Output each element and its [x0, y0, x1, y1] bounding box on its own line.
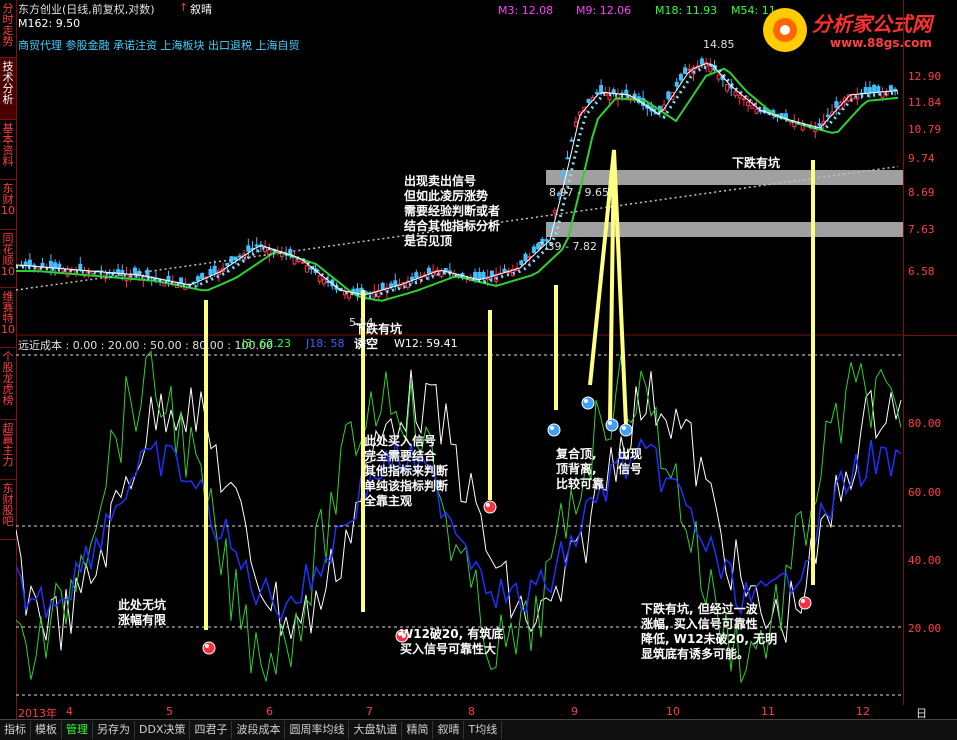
osc-tick: 80.00	[908, 417, 942, 430]
date-label: 12	[856, 705, 870, 718]
status-label: 叙晴	[190, 3, 212, 16]
tab-time-trend[interactable]: 分时走势	[0, 0, 16, 58]
zone2-tag: 7.39 - 7.82	[537, 240, 597, 253]
annotation-dip-1: 下跌有坑	[732, 156, 781, 170]
tab-indicator[interactable]: 指标	[0, 721, 31, 739]
ma18-label: M18: 11.93	[655, 4, 718, 17]
tab-guba[interactable]: 东财股吧	[0, 480, 16, 540]
date-label: 4	[66, 705, 73, 718]
annotation-w12-break: W12破20, 有筑底 买入信号可靠性大	[400, 627, 504, 656]
ma162-label: M162: 9.50	[18, 17, 81, 30]
date-label: 8	[468, 705, 475, 718]
stock-title: 东方创业(日线,前复权,对数)	[18, 3, 155, 16]
date-axis: 2013年 4 5 6 7 8 9 10 11 12 日线	[16, 705, 927, 736]
osc-tick: 40.00	[908, 554, 942, 567]
tab-weisaite[interactable]: 维赛特10	[0, 288, 16, 348]
tab-template[interactable]: 模板	[31, 721, 62, 739]
tab-tonghuashun[interactable]: 同花顺10	[0, 230, 16, 288]
date-label: 5	[166, 705, 173, 718]
tab-t-ma[interactable]: T均线	[464, 721, 503, 739]
annotation-buy-signal: 此处买入信号 完全需要结合 其他指标来判断 单纯该指标判断 全靠主观	[364, 434, 449, 508]
osc-tick: 20.00	[908, 622, 942, 635]
tab-technical-analysis[interactable]: 技术分析	[0, 58, 16, 120]
tab-xuqing[interactable]: 叙晴	[433, 721, 465, 739]
sector-tags[interactable]: 商贸代理 参股金融 承诺注资 上海板块 出口退税 上海自贸	[18, 37, 299, 53]
annotation-top: 复合顶, 顶背离, 比较可靠	[556, 447, 605, 491]
price-axis: 12.90 11.84 10.79 9.74 8.69 7.63 6.58 80…	[903, 0, 957, 705]
date-label: 11	[761, 705, 775, 718]
date-label: 6	[266, 705, 273, 718]
tab-basic-info[interactable]: 基本资料	[0, 120, 16, 180]
zone1-tag: 8.97 - 9.65	[549, 186, 609, 199]
tab-save-as[interactable]: 另存为	[93, 721, 135, 739]
tab-dragon-tiger[interactable]: 个股龙虎榜	[0, 348, 16, 420]
price-tick: 8.69	[908, 186, 935, 199]
tab-market-track[interactable]: 大盘轨道	[349, 721, 403, 739]
j18-label: J18: 58	[306, 337, 345, 350]
osc-tick: 60.00	[908, 486, 942, 499]
date-label: 10	[666, 705, 680, 718]
tab-simple[interactable]: 精简	[402, 721, 434, 739]
annotation-signal: 出现 信号	[618, 447, 643, 476]
price-tick: 11.84	[908, 96, 942, 109]
tab-chaoying[interactable]: 超赢主力	[0, 420, 16, 480]
annotation-sell-signal: 出现卖出信号 但如此凌厉涨势 需要经验判断或者 结合其他指标分析 是否见顶	[404, 174, 501, 248]
annotation-dip-bait: 下跌有坑 诱空	[354, 322, 403, 351]
tab-four-gentlemen[interactable]: 四君子	[190, 721, 233, 739]
price-tick: 9.74	[908, 152, 935, 165]
annotation-dip-2: 下跌有坑, 但经过一波 涨幅, 买入信号可靠性 降低, W12未破20, 无明 …	[641, 602, 778, 661]
annotation-no-dip: 此处无坑 涨幅有限	[118, 598, 167, 627]
price-tick: 12.90	[908, 70, 942, 83]
left-vertical-tabs: 分时走势 技术分析 基本资料 东财10 同花顺10 维赛特10 个股龙虎榜 超赢…	[0, 0, 17, 739]
date-label: 7	[366, 705, 373, 718]
osc-title: 远近成本 : 0.00 : 20.00 : 50.00 : 80.00 : 10…	[18, 339, 273, 352]
w12-label: W12: 59.41	[394, 337, 458, 350]
tab-band-cost[interactable]: 波段成本	[232, 721, 286, 739]
ma9-label: M9: 12.06	[576, 4, 632, 17]
tab-eastmoney[interactable]: 东财10	[0, 180, 16, 230]
price-tick: 10.79	[908, 123, 942, 136]
date-label: 9	[571, 705, 578, 718]
resistance-band-1	[546, 170, 903, 185]
j3-label: J3: 62.23	[242, 337, 291, 350]
tab-pi-ma[interactable]: 圆周率均线	[285, 721, 350, 739]
chart-area[interactable]: 东方创业(日线,前复权,对数) ↑ 叙晴 M3: 12.08 M9: 12.06…	[16, 0, 903, 705]
price-tick: 7.63	[908, 223, 935, 236]
high-price-tag: 14.85	[703, 38, 735, 51]
tab-ddx[interactable]: DDX决策	[135, 721, 191, 739]
bottom-toolbar: 指标 模板 管理 另存为 DDX决策 四君子 波段成本 圆周率均线 大盘轨道 精…	[0, 719, 957, 740]
price-tick: 6.58	[908, 265, 935, 278]
arrow-up-icon: ↑	[179, 1, 189, 14]
resistance-band-2	[546, 222, 903, 237]
tab-manage[interactable]: 管理	[62, 721, 93, 739]
ma3-label: M3: 12.08	[498, 4, 554, 17]
